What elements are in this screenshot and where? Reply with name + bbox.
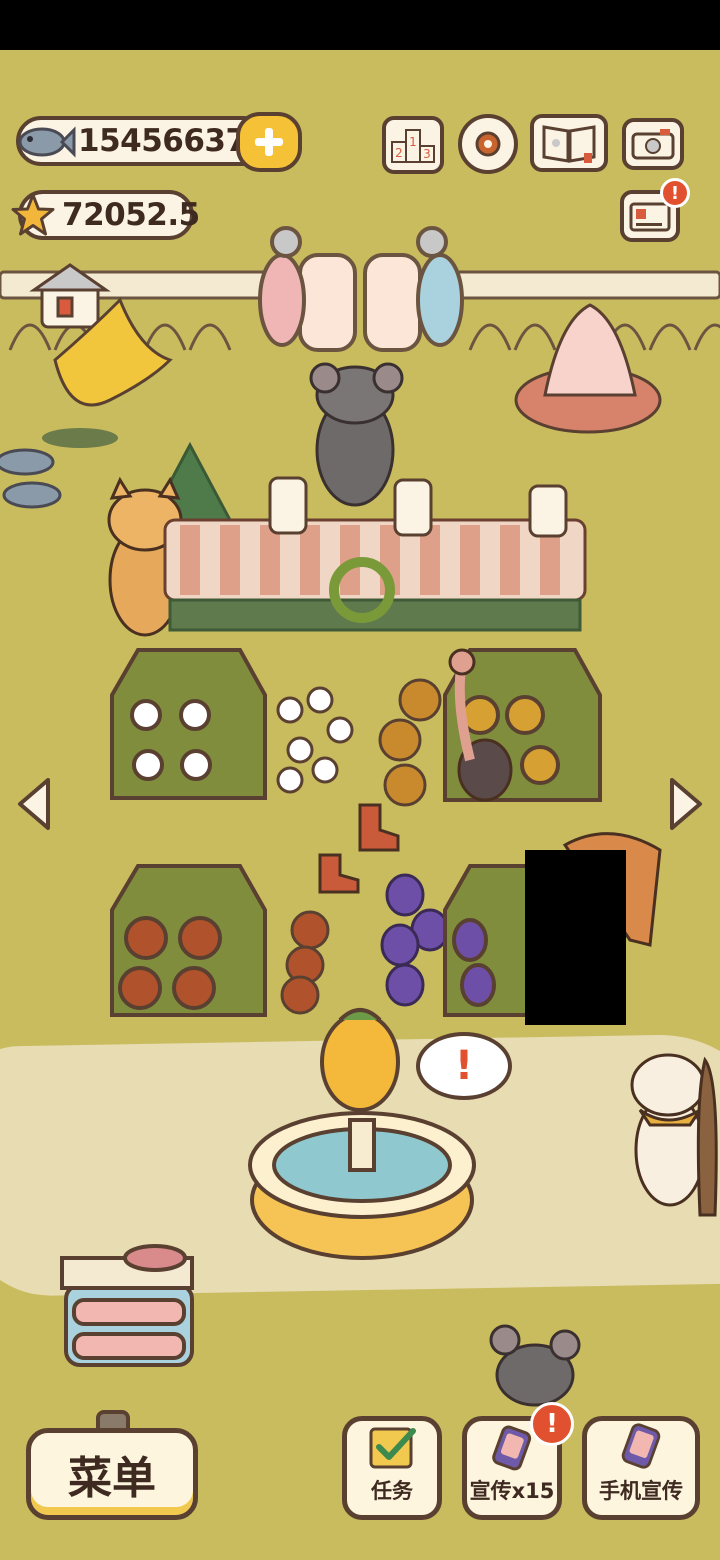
album-book-icon bbox=[542, 125, 596, 163]
svg-text:3: 3 bbox=[423, 147, 431, 161]
fish-pile bbox=[0, 448, 62, 509]
fish-coin-icon bbox=[18, 126, 76, 158]
greenhouse-3 bbox=[110, 864, 267, 1017]
picnic-table bbox=[163, 518, 587, 632]
mouse-character bbox=[309, 362, 404, 507]
flower-patch bbox=[276, 686, 354, 794]
promote-button-label: 宣传x15 bbox=[469, 1479, 555, 1503]
menu-button[interactable]: 菜单 bbox=[26, 1428, 198, 1520]
settings-button[interactable] bbox=[458, 114, 518, 174]
sunflower-patch bbox=[378, 678, 442, 807]
left-arrow-icon bbox=[18, 778, 50, 830]
scroll-left-button[interactable] bbox=[14, 774, 56, 834]
checklist-icon bbox=[369, 1427, 416, 1469]
svg-text:1: 1 bbox=[409, 135, 417, 149]
scroll-right-button[interactable] bbox=[664, 774, 706, 834]
task-button-label: 任务 bbox=[371, 1479, 413, 1503]
add-fish-coins-button[interactable] bbox=[236, 112, 302, 172]
grape-patch bbox=[380, 873, 450, 1007]
mail-alert-badge: ! bbox=[660, 178, 690, 208]
phone-promo-icon bbox=[492, 1425, 532, 1471]
star-icon bbox=[11, 193, 55, 236]
phone-icon bbox=[621, 1423, 661, 1469]
task-button[interactable]: 任务 bbox=[342, 1416, 442, 1520]
camera-icon bbox=[631, 129, 675, 160]
phone-promote-button-label: 手机宣传 bbox=[599, 1479, 683, 1503]
plus-icon bbox=[255, 128, 283, 156]
greenhouse-4 bbox=[443, 864, 532, 1017]
promote-alert-badge: ! bbox=[530, 1402, 574, 1446]
greenhouse-1 bbox=[110, 648, 267, 800]
fish-coin-value: 15456637 bbox=[78, 123, 247, 159]
boots bbox=[318, 803, 400, 894]
star-value: 72052.5 bbox=[62, 197, 200, 233]
fountain-speech-bubble[interactable]: ! bbox=[416, 1032, 512, 1100]
right-arrow-icon bbox=[670, 778, 702, 830]
dresser-decoration bbox=[60, 1244, 194, 1367]
small-mouse-character bbox=[489, 1324, 581, 1407]
ranking-button[interactable]: 2 1 3 bbox=[382, 116, 444, 174]
redacted-area bbox=[525, 850, 626, 1025]
camera-button[interactable] bbox=[622, 118, 684, 170]
album-button[interactable] bbox=[530, 114, 608, 172]
settings-gear-icon bbox=[475, 131, 501, 157]
dog-character bbox=[630, 1053, 706, 1207]
ranking-icon: 2 1 3 bbox=[391, 129, 435, 163]
phone-promote-button[interactable]: 手机宣传 bbox=[582, 1416, 700, 1520]
svg-text:2: 2 bbox=[395, 146, 403, 160]
garden-gate bbox=[258, 226, 464, 352]
pumpkin-patch bbox=[280, 910, 330, 1015]
rabbit-ear bbox=[696, 1056, 718, 1217]
